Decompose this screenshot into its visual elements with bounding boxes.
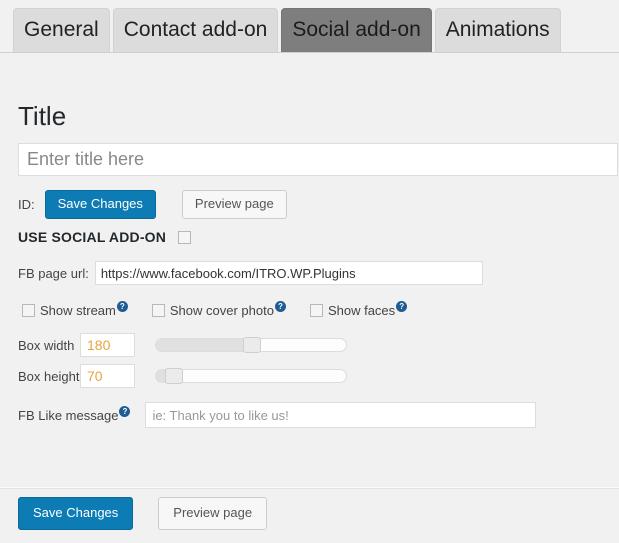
tab-social-add-on-label: Social add-on: [292, 18, 421, 41]
tab-animations-label: Animations: [445, 18, 550, 41]
help-icon[interactable]: ?: [116, 301, 128, 312]
box-height-row: Box height: [18, 364, 347, 388]
show-faces-label: Show faces: [327, 303, 396, 318]
fb-page-url-row: FB page url:: [18, 261, 483, 285]
option-show-stream: Show stream ?: [22, 301, 128, 318]
box-width-input[interactable]: [80, 333, 135, 357]
tab-animations[interactable]: Animations: [434, 8, 561, 52]
tab-social-add-on[interactable]: Social add-on: [281, 8, 432, 52]
option-show-cover-photo: Show cover photo ?: [151, 301, 286, 318]
title-input[interactable]: [18, 143, 618, 176]
tab-contact-add-on-label: Contact add-on: [123, 18, 268, 41]
box-height-slider-handle[interactable]: [165, 368, 184, 384]
id-row: ID: Save Changes Preview page: [18, 189, 287, 219]
fb-like-message-row: FB Like message ?: [18, 402, 537, 428]
tab-list: General Contact add-on Social add-on Ani…: [13, 8, 564, 52]
footer-divider: [0, 487, 619, 489]
id-label: ID:: [18, 196, 35, 212]
help-icon[interactable]: ?: [396, 301, 408, 312]
show-stream-checkbox[interactable]: [22, 304, 35, 317]
box-height-label: Box height: [18, 368, 80, 384]
box-width-row: Box width: [18, 333, 347, 357]
help-icon[interactable]: ?: [274, 301, 286, 312]
show-stream-label: Show stream: [40, 303, 116, 318]
fb-page-url-label: FB page url:: [18, 265, 89, 281]
box-width-slider[interactable]: [155, 337, 347, 353]
tab-general-label: General: [24, 18, 99, 41]
page-title: Title: [18, 101, 67, 131]
box-width-slider-fill: [156, 339, 248, 351]
fb-like-message-label: FB Like message: [18, 407, 119, 423]
tab-general[interactable]: General: [13, 8, 110, 52]
tab-contact-add-on[interactable]: Contact add-on: [112, 8, 279, 52]
use-social-addon-checkbox[interactable]: [178, 230, 192, 244]
fb-like-message-input[interactable]: [145, 402, 537, 428]
save-changes-button-bottom[interactable]: Save Changes: [18, 497, 134, 530]
use-social-addon-row: USE SOCIAL ADD-ON: [18, 229, 192, 245]
footer-actions: Save Changes Preview page: [18, 497, 268, 530]
show-faces-checkbox[interactable]: [309, 304, 323, 317]
tab-bar: General Contact add-on Social add-on Ani…: [0, 0, 619, 53]
show-cover-photo-label: Show cover photo: [169, 303, 274, 318]
help-icon[interactable]: ?: [119, 405, 131, 417]
option-show-faces: Show faces ?: [309, 301, 408, 318]
box-width-slider-handle[interactable]: [243, 337, 262, 353]
show-cover-photo-checkbox[interactable]: [151, 304, 165, 317]
fb-page-url-input[interactable]: [94, 261, 483, 285]
save-changes-button-top[interactable]: Save Changes: [44, 189, 156, 219]
box-height-slider[interactable]: [155, 368, 347, 384]
settings-panel: Title ID: Save Changes Preview page USE …: [0, 53, 619, 543]
preview-page-button-top[interactable]: Preview page: [181, 189, 287, 219]
social-options-row: Show stream ? Show cover photo ? Show fa…: [22, 301, 431, 318]
preview-page-button-bottom[interactable]: Preview page: [158, 497, 268, 530]
box-height-input[interactable]: [80, 364, 135, 388]
box-width-label: Box width: [18, 337, 75, 353]
use-social-addon-label: USE SOCIAL ADD-ON: [18, 229, 167, 245]
